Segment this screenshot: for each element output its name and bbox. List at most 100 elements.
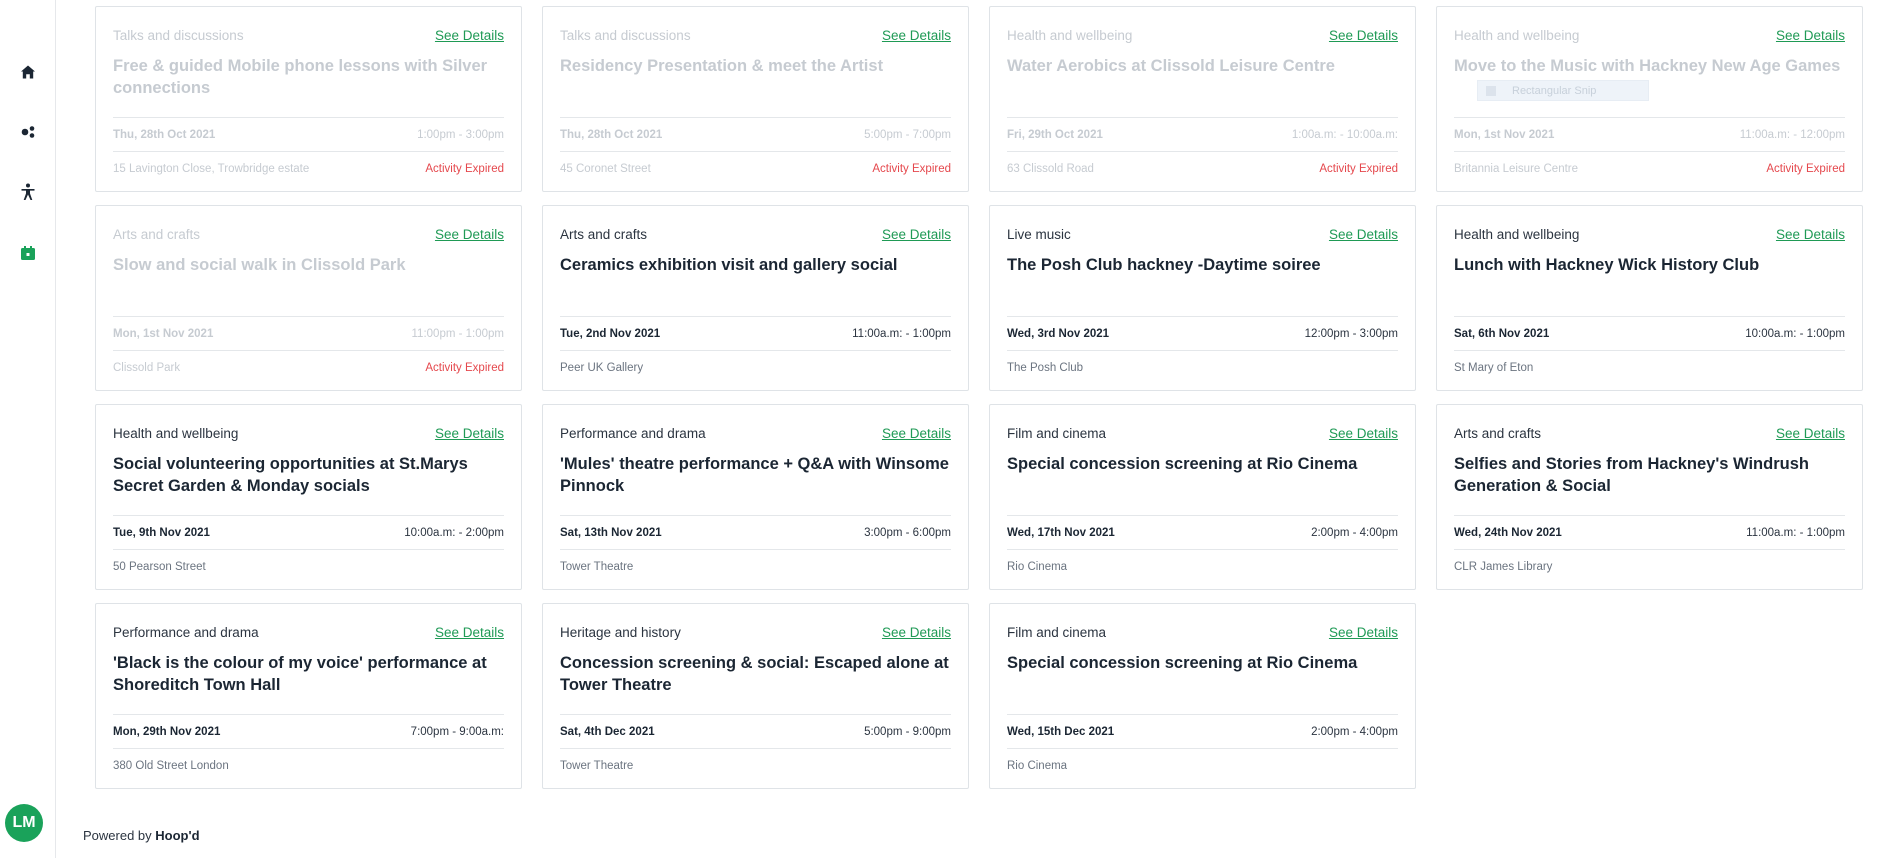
activity-location: Rio Cinema <box>1007 759 1068 772</box>
activity-title: Slow and social walk in Clissold Park <box>113 256 406 274</box>
activity-location: 15 Lavington Close, Trowbridge estate <box>113 162 310 175</box>
see-details-link[interactable]: See Details <box>1329 625 1398 640</box>
activity-date: Wed, 15th Dec 2021 <box>1007 725 1115 738</box>
activity-title: Special concession screening at Rio Cine… <box>1007 455 1358 473</box>
calendar-icon[interactable] <box>16 241 40 265</box>
location-row: CLR James Library <box>1454 549 1845 583</box>
activity-card: Film and cinema See Details Special conc… <box>989 404 1416 590</box>
activity-category: Health and wellbeing <box>1454 27 1580 43</box>
location-row: Tower Theatre <box>560 549 951 583</box>
location-row: Clissold Park Activity Expired <box>113 350 504 384</box>
activity-time: 1:00a.m: - 10:00a.m: <box>1291 128 1398 141</box>
date-time-row: Wed, 15th Dec 2021 2:00pm - 4:00pm <box>1007 714 1398 748</box>
activity-date: Wed, 17th Nov 2021 <box>1007 526 1115 539</box>
activity-time: 7:00pm - 9:00a.m: <box>410 725 504 738</box>
date-time-row: Fri, 29th Oct 2021 1:00a.m: - 10:00a.m: <box>1007 117 1398 151</box>
see-details-link[interactable]: See Details <box>1329 426 1398 441</box>
activity-status: Activity Expired <box>1319 162 1398 175</box>
groups-icon[interactable] <box>16 120 40 144</box>
activity-location: Peer UK Gallery <box>560 361 644 374</box>
see-details-link[interactable]: See Details <box>882 227 951 242</box>
see-details-link[interactable]: See Details <box>435 426 504 441</box>
date-time-row: Mon, 1st Nov 2021 11:00pm - 1:00pm <box>113 316 504 350</box>
activity-category: Health and wellbeing <box>1007 27 1133 43</box>
date-time-row: Wed, 24th Nov 2021 11:00a.m: - 1:00pm <box>1454 515 1845 549</box>
see-details-link[interactable]: See Details <box>1329 28 1398 43</box>
activity-status: Activity Expired <box>1766 162 1845 175</box>
home-icon[interactable] <box>16 60 40 84</box>
activity-title: Lunch with Hackney Wick History Club <box>1454 256 1760 274</box>
activity-title: Selfies and Stories from Hackney's Windr… <box>1454 455 1809 495</box>
see-details-link[interactable]: See Details <box>882 426 951 441</box>
activity-title: Social volunteering opportunities at St.… <box>113 455 468 495</box>
activity-category: Performance and drama <box>113 624 259 640</box>
see-details-link[interactable]: See Details <box>435 227 504 242</box>
date-time-row: Thu, 28th Oct 2021 1:00pm - 3:00pm <box>113 117 504 151</box>
activity-time: 2:00pm - 4:00pm <box>1311 725 1398 738</box>
activity-title: Free & guided Mobile phone lessons with … <box>113 57 488 97</box>
activity-category: Live music <box>1007 226 1071 242</box>
activity-card: Talks and discussions See Details Free &… <box>95 6 522 192</box>
activity-time: 5:00pm - 9:00pm <box>864 725 951 738</box>
activity-category: Film and cinema <box>1007 624 1107 640</box>
activity-time: 12:00pm - 3:00pm <box>1304 327 1398 340</box>
location-row: St Mary of Eton <box>1454 350 1845 384</box>
snip-label: Rectangular Snip <box>1512 84 1597 97</box>
card-header: Heritage and history See Details <box>560 619 951 645</box>
activity-time: 10:00a.m: - 1:00pm <box>1745 327 1845 340</box>
card-header: Talks and discussions See Details <box>113 22 504 48</box>
accessibility-icon[interactable] <box>16 180 40 204</box>
date-time-row: Tue, 9th Nov 2021 10:00a.m: - 2:00pm <box>113 515 504 549</box>
activity-card: Health and wellbeing See Details Water A… <box>989 6 1416 192</box>
see-details-link[interactable]: See Details <box>882 625 951 640</box>
activity-category: Talks and discussions <box>113 27 244 43</box>
see-details-link[interactable]: See Details <box>435 28 504 43</box>
activity-date: Sat, 6th Nov 2021 <box>1454 327 1550 340</box>
activity-status: Activity Expired <box>425 361 504 374</box>
see-details-link[interactable]: See Details <box>1776 28 1845 43</box>
activity-card: Arts and crafts See Details Slow and soc… <box>95 205 522 391</box>
card-header: Health and wellbeing See Details <box>1007 22 1398 48</box>
activity-location: Rio Cinema <box>1007 560 1068 573</box>
user-avatar[interactable]: LM <box>5 804 43 842</box>
location-row: Tower Theatre <box>560 748 951 782</box>
see-details-link[interactable]: See Details <box>1776 426 1845 441</box>
card-header: Health and wellbeing See Details <box>1454 221 1845 247</box>
activity-time: 11:00a.m: - 12:00pm <box>1739 128 1845 141</box>
date-time-row: Mon, 1st Nov 2021 11:00a.m: - 12:00pm <box>1454 117 1845 151</box>
see-details-link[interactable]: See Details <box>882 28 951 43</box>
activity-time: 11:00pm - 1:00pm <box>411 327 504 340</box>
activity-location: Tower Theatre <box>560 759 634 772</box>
date-time-row: Sat, 4th Dec 2021 5:00pm - 9:00pm <box>560 714 951 748</box>
location-row: Rio Cinema <box>1007 549 1398 583</box>
see-details-link[interactable]: See Details <box>1329 227 1398 242</box>
snip-icon <box>1486 85 1496 96</box>
activity-date: Wed, 3rd Nov 2021 <box>1007 327 1110 340</box>
card-header: Talks and discussions See Details <box>560 22 951 48</box>
card-header: Live music See Details <box>1007 221 1398 247</box>
activity-title: Special concession screening at Rio Cine… <box>1007 654 1358 672</box>
activity-date: Thu, 28th Oct 2021 <box>113 128 216 141</box>
location-row: 50 Pearson Street <box>113 549 504 583</box>
activity-title: Ceramics exhibition visit and gallery so… <box>560 256 898 274</box>
card-header: Health and wellbeing See Details <box>1454 22 1845 48</box>
date-time-row: Sat, 6th Nov 2021 10:00a.m: - 1:00pm <box>1454 316 1845 350</box>
footer-prefix: Powered by <box>83 828 152 843</box>
card-header: Performance and drama See Details <box>560 420 951 446</box>
activity-card: Health and wellbeing See Details Lunch w… <box>1436 205 1863 391</box>
activity-title: 'Mules' theatre performance + Q&A with W… <box>560 455 949 495</box>
footer: Powered by Hoop'd <box>83 828 200 843</box>
see-details-link[interactable]: See Details <box>435 625 504 640</box>
activity-category: Arts and crafts <box>560 226 648 242</box>
activity-date: Mon, 1st Nov 2021 <box>113 327 214 340</box>
date-time-row: Wed, 3rd Nov 2021 12:00pm - 3:00pm <box>1007 316 1398 350</box>
activity-title: Concession screening & social: Escaped a… <box>560 654 949 694</box>
see-details-link[interactable]: See Details <box>1776 227 1845 242</box>
activity-date: Mon, 29th Nov 2021 <box>113 725 221 738</box>
location-row: The Posh Club <box>1007 350 1398 384</box>
activity-category: Performance and drama <box>560 425 706 441</box>
activity-card: Talks and discussions See Details Reside… <box>542 6 969 192</box>
activity-time: 11:00a.m: - 1:00pm <box>852 327 951 340</box>
sidebar: LM <box>0 0 56 858</box>
date-time-row: Mon, 29th Nov 2021 7:00pm - 9:00a.m: <box>113 714 504 748</box>
